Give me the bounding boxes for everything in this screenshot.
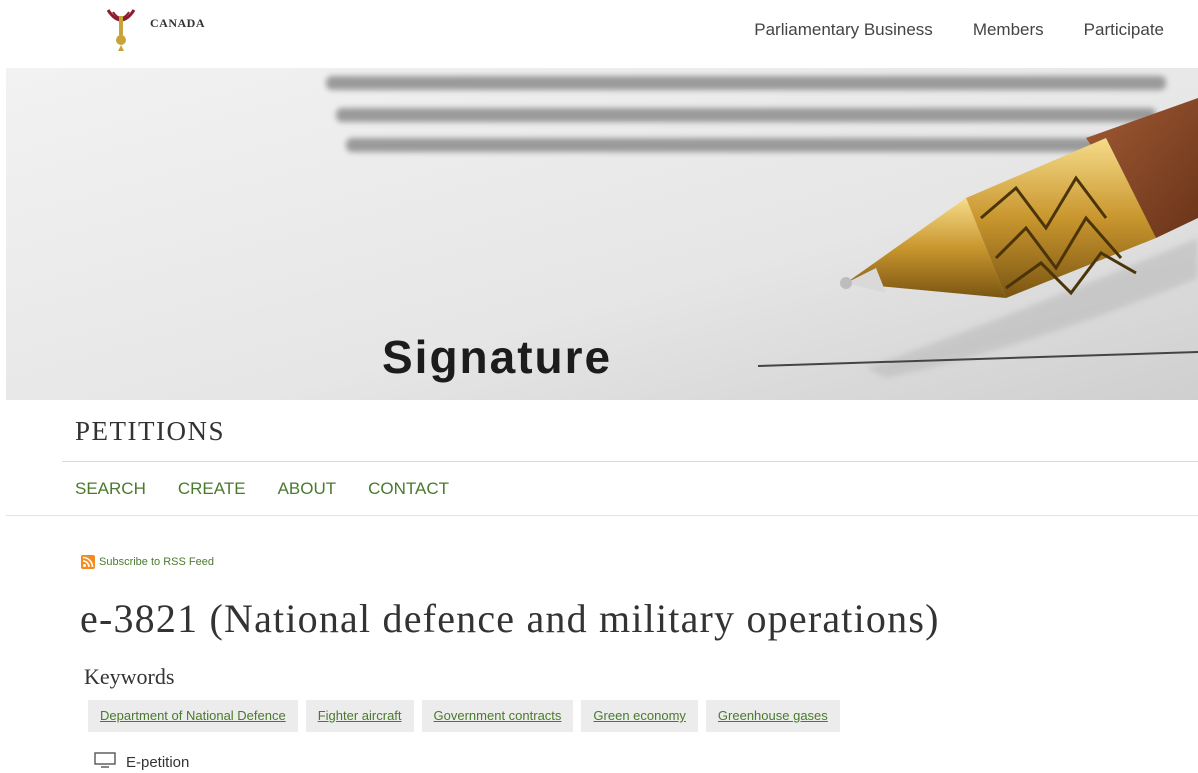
petition-type-label: E-petition — [126, 754, 190, 771]
divider — [6, 515, 1198, 516]
petition-title: e-3821 (National defence and military op… — [80, 596, 940, 641]
petition-type: E-petition — [94, 752, 189, 773]
subnav-search[interactable]: SEARCH — [75, 479, 146, 499]
section-title: PETITIONS — [75, 416, 225, 446]
rss-link[interactable]: Subscribe to RSS Feed — [99, 556, 214, 568]
keyword-tag[interactable]: Green economy — [581, 700, 698, 732]
monitor-icon — [94, 752, 116, 773]
rss-subscribe[interactable]: Subscribe to RSS Feed — [81, 555, 214, 569]
keywords-heading: Keywords — [84, 664, 175, 689]
subnav-contact[interactable]: CONTACT — [368, 479, 449, 499]
hero-banner: Signature — [6, 68, 1198, 400]
petitions-subnav: SEARCH CREATE ABOUT CONTACT — [75, 479, 449, 499]
keyword-tags: Department of National Defence Fighter a… — [88, 700, 840, 732]
keyword-tag[interactable]: Government contracts — [421, 700, 574, 732]
brand-text: CANADA — [150, 16, 205, 30]
top-navigation: Parliamentary Business Members Participa… — [754, 20, 1164, 40]
keyword-tag[interactable]: Fighter aircraft — [305, 700, 414, 732]
house-of-commons-logo[interactable] — [104, 8, 138, 52]
top-bar: CANADA Parliamentary Business Members Pa… — [0, 0, 1198, 68]
nav-parliamentary-business[interactable]: Parliamentary Business — [754, 20, 933, 40]
rss-icon[interactable] — [81, 555, 95, 569]
subnav-create[interactable]: CREATE — [178, 479, 246, 499]
hero-signature-text: Signature — [382, 331, 613, 383]
nav-members[interactable]: Members — [973, 20, 1044, 40]
keyword-tag[interactable]: Greenhouse gases — [705, 700, 840, 732]
subnav-about[interactable]: ABOUT — [278, 479, 337, 499]
keyword-tag[interactable]: Department of National Defence — [88, 700, 298, 732]
nav-participate[interactable]: Participate — [1084, 20, 1164, 40]
divider — [62, 461, 1198, 462]
